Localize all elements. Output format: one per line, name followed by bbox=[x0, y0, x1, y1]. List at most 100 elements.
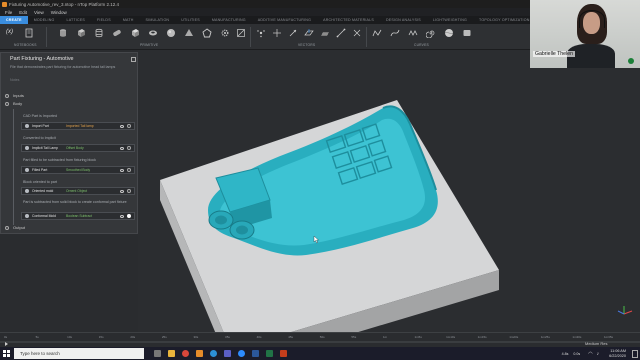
teams-icon[interactable] bbox=[220, 347, 234, 360]
tab-math[interactable]: MATH bbox=[117, 16, 140, 24]
tab-fields[interactable]: FIELDS bbox=[91, 16, 117, 24]
tube-icon[interactable] bbox=[94, 28, 104, 38]
menu-file[interactable]: File bbox=[5, 10, 12, 15]
chrome-icon[interactable] bbox=[178, 347, 192, 360]
curve-box-icon[interactable] bbox=[462, 28, 472, 38]
spiral-icon[interactable] bbox=[426, 28, 436, 38]
3d-scene[interactable] bbox=[138, 50, 640, 360]
edge-icon[interactable] bbox=[206, 347, 220, 360]
vector-icon[interactable] bbox=[288, 28, 298, 38]
torus-icon[interactable] bbox=[148, 28, 158, 38]
timeline[interactable]: 0s 5s 10s 15s 20s 25s 30s 35s 40s 45s 50s 55s 1m 1m5s… bbox=[0, 332, 640, 347]
menu-window[interactable]: Window bbox=[51, 10, 67, 15]
pentagon-icon[interactable] bbox=[202, 28, 212, 38]
cube-icon[interactable] bbox=[130, 28, 140, 38]
note-text[interactable]: Part is subtracted from solid block to c… bbox=[23, 200, 133, 204]
webcam-overlay: Gabrielle Thelen bbox=[530, 0, 640, 68]
section-body[interactable]: Body bbox=[5, 101, 22, 106]
timeline-track[interactable] bbox=[0, 341, 640, 343]
powerpoint-icon[interactable] bbox=[276, 347, 290, 360]
frame-icon[interactable] bbox=[320, 28, 330, 38]
sketch-icon[interactable] bbox=[236, 28, 246, 38]
tab-lattices[interactable]: LATTICES bbox=[61, 16, 92, 24]
volume-icon[interactable]: ♪ bbox=[597, 351, 600, 357]
expand-icon[interactable] bbox=[131, 57, 136, 62]
tab-simulation[interactable]: SIMULATION bbox=[140, 16, 176, 24]
cone-icon[interactable] bbox=[184, 28, 194, 38]
tab-topology-optimization[interactable]: TOPOLOGY OPTIMIZATION bbox=[473, 16, 536, 24]
tab-lightweighting[interactable]: LIGHTWEIGHTING bbox=[427, 16, 473, 24]
note-text[interactable]: CAD Part is Imported bbox=[23, 114, 57, 118]
visibility-eye-icon[interactable] bbox=[120, 168, 124, 172]
note-text[interactable]: Converted to Implicit bbox=[23, 136, 56, 140]
3d-viewport[interactable] bbox=[138, 50, 640, 360]
formula-button[interactable]: (x) bbox=[6, 29, 13, 35]
axes-icon[interactable] bbox=[272, 28, 282, 38]
step-filled-part[interactable]: Filled Part Smoothed Body bbox=[21, 166, 135, 174]
excel-icon[interactable] bbox=[262, 347, 276, 360]
step-import-part[interactable]: Import Part Imported Tail lamp bbox=[21, 122, 135, 130]
surface-icon[interactable] bbox=[444, 28, 454, 38]
tab-modeling[interactable]: MODELING bbox=[28, 16, 61, 24]
status-icon bbox=[127, 189, 131, 193]
timeline-tick-label: 25s bbox=[161, 335, 167, 339]
timeline-ticks: 0s 5s 10s 15s 20s 25s 30s 35s 40s 45s 50s 55s 1m 1m5s… bbox=[0, 335, 640, 340]
sphere-icon[interactable] bbox=[166, 28, 176, 38]
visibility-eye-icon[interactable] bbox=[120, 124, 124, 128]
visibility-eye-icon[interactable] bbox=[120, 146, 124, 150]
taskbar: Type here to search 4.8s 0.0s ◠ ♪ 11:06 … bbox=[0, 347, 640, 360]
timeline-tick-label: 1m25s bbox=[540, 335, 550, 339]
capsule-icon[interactable] bbox=[112, 28, 122, 38]
step-conformal-mold[interactable]: Conformal Mold Boolean Subtract bbox=[21, 212, 135, 220]
task-view-icon[interactable] bbox=[150, 347, 164, 360]
notification-icon[interactable] bbox=[632, 349, 638, 358]
section-output[interactable]: Output bbox=[5, 225, 25, 230]
tab-create[interactable]: CREATE bbox=[0, 16, 28, 24]
tab-utilities[interactable]: UTILITIES bbox=[175, 16, 206, 24]
timeline-tick-label: 35s bbox=[225, 335, 230, 339]
tab-manufacturing[interactable]: MANUFACTURING bbox=[206, 16, 252, 24]
system-tray: 4.8s 0.0s ◠ ♪ 11:06 AM 6/22/2020 bbox=[562, 349, 640, 358]
timeline-tick-label: 45s bbox=[288, 335, 294, 339]
axis-gizmo[interactable] bbox=[617, 306, 633, 315]
render-quality[interactable]: Medium Res bbox=[585, 341, 607, 346]
box-icon[interactable] bbox=[76, 28, 86, 38]
cylinder-icon[interactable] bbox=[58, 28, 68, 38]
file-explorer-icon[interactable] bbox=[164, 347, 178, 360]
network-icon[interactable]: ◠ bbox=[588, 351, 592, 357]
zoom-icon[interactable] bbox=[234, 347, 248, 360]
ntop-app-icon[interactable] bbox=[192, 347, 206, 360]
gear-icon[interactable] bbox=[220, 28, 230, 38]
tab-additive-manufacturing[interactable]: ADDITIVE MANUFACTURING bbox=[252, 16, 317, 24]
headset-icon bbox=[579, 10, 605, 28]
taskbar-search-input[interactable]: Type here to search bbox=[14, 348, 144, 359]
note-text[interactable]: Block oriented to part bbox=[23, 180, 57, 184]
notebook-description[interactable]: File that demonstrates part fixturing fo… bbox=[10, 65, 128, 69]
menu-edit[interactable]: Edit bbox=[19, 10, 27, 15]
active-radio-icon[interactable] bbox=[127, 214, 131, 218]
menu-view[interactable]: View bbox=[34, 10, 44, 15]
plane-icon[interactable] bbox=[304, 28, 314, 38]
polyline-icon[interactable] bbox=[372, 28, 382, 38]
notebook-title[interactable]: Part Fixturing - Automotive bbox=[10, 56, 74, 62]
visibility-eye-icon[interactable] bbox=[120, 214, 124, 218]
step-implicit-tail-lamp[interactable]: Implicit Tail Lamp Offset Body bbox=[21, 144, 135, 152]
transform-icon[interactable] bbox=[352, 28, 362, 38]
clock[interactable]: 11:06 AM 6/22/2020 bbox=[609, 349, 626, 358]
point-icon[interactable] bbox=[256, 28, 266, 38]
tab-design-analysis[interactable]: DESIGN ANALYSIS bbox=[380, 16, 427, 24]
spline-icon[interactable] bbox=[390, 28, 400, 38]
zigzag-icon[interactable] bbox=[408, 28, 418, 38]
notebook-icon[interactable] bbox=[24, 28, 34, 38]
fill-icon bbox=[25, 168, 29, 172]
play-icon[interactable] bbox=[4, 342, 12, 346]
line-icon[interactable] bbox=[336, 28, 346, 38]
visibility-eye-icon[interactable] bbox=[120, 189, 124, 193]
note-text[interactable]: Part filled to be subtracted from fixtur… bbox=[23, 158, 96, 162]
timeline-tick-label: 1m10s bbox=[446, 335, 456, 339]
section-inputs[interactable]: Inputs bbox=[5, 93, 24, 98]
step-oriented-mold[interactable]: Oriented mold Ornent Object bbox=[21, 187, 135, 195]
tab-architected-materials[interactable]: ARCHITECTED MATERIALS bbox=[317, 16, 380, 24]
windows-start-icon[interactable] bbox=[0, 347, 12, 360]
word-icon[interactable] bbox=[248, 347, 262, 360]
